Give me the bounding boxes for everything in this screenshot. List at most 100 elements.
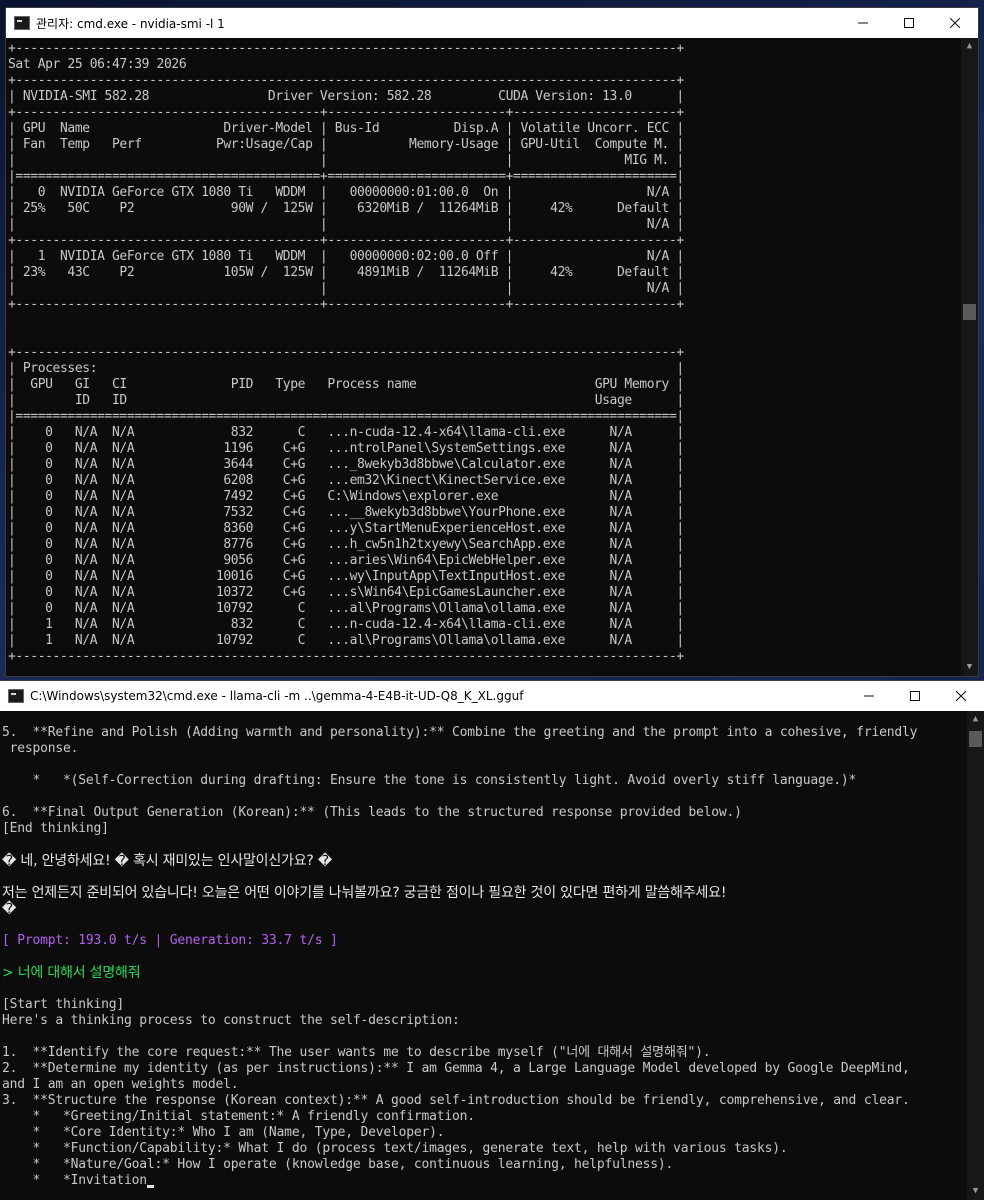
terminal-line: * *Greeting/Initial statement:* A friend… [0, 1109, 967, 1125]
terminal-line: +---------------------------------------… [8, 345, 684, 360]
terminal-line-text: * *Nature/Goal:* How I operate (knowledg… [2, 1157, 674, 1172]
terminal-line: | 0 N/A N/A 6208 C+G ...em32\Kinect\Kine… [8, 473, 684, 488]
terminal-line: | | | N/A | [8, 217, 684, 232]
terminal-output[interactable]: 5. **Refine and Polish (Adding warmth an… [0, 711, 967, 1200]
terminal-line: | ID ID Usage | [8, 393, 684, 408]
terminal-line: | 0 N/A N/A 8776 C+G ...h_cw5n1h2txyewy\… [8, 537, 684, 552]
scroll-down-icon[interactable]: ▼ [967, 1183, 984, 1200]
terminal-line: | | | N/A | [8, 281, 684, 296]
terminal-line-text: * *Greeting/Initial statement:* A friend… [2, 1109, 476, 1124]
terminal-line: | Processes: | [8, 361, 684, 376]
minimize-icon [864, 695, 874, 697]
title-bar[interactable]: C:\Windows\system32\cmd.exe - llama-cli … [0, 681, 984, 711]
maximize-icon [904, 18, 914, 28]
terminal-line-text: * *(Self-Correction during drafting: Ens… [2, 773, 857, 788]
window-title: C:\Windows\system32\cmd.exe - llama-cli … [30, 689, 524, 703]
terminal-line: | NVIDIA-SMI 582.28 Driver Version: 582.… [8, 89, 684, 104]
terminal-line: | 0 N/A N/A 7532 C+G ...__8wekyb3d8bbwe\… [8, 505, 684, 520]
minimize-button[interactable] [840, 8, 886, 38]
cmd-icon [8, 689, 24, 703]
text-cursor [146, 1185, 154, 1188]
terminal-line: | 1 N/A N/A 832 C ...n-cuda-12.4-x64\lla… [8, 617, 684, 632]
terminal-line: | | | MIG M. | [8, 153, 684, 168]
terminal-line-text: [ Prompt: 193.0 t/s | Generation: 33.7 t… [2, 933, 338, 948]
terminal-line-text: 2. **Determine my identity (as per instr… [2, 1061, 910, 1076]
terminal-output[interactable]: +---------------------------------------… [6, 38, 961, 676]
window-title: 관리자: cmd.exe - nvidia-smi -l 1 [36, 16, 225, 31]
terminal-line-text: � [2, 901, 17, 917]
close-button[interactable] [938, 681, 984, 711]
scrollbar[interactable]: ▲ ▼ [961, 38, 978, 676]
terminal-line-text: Here's a thinking process to construct t… [2, 1013, 460, 1028]
minimize-icon [858, 22, 868, 24]
terminal-line-text: * *Function/Capability:* What I do (proc… [2, 1141, 788, 1156]
scroll-up-icon[interactable]: ▲ [961, 38, 978, 55]
scroll-thumb[interactable] [963, 304, 976, 320]
terminal-line: | GPU Name Driver-Model | Bus-Id Disp.A … [8, 121, 684, 136]
terminal-line: | 0 N/A N/A 9056 C+G ...aries\Win64\Epic… [8, 553, 684, 568]
terminal-line: | 0 N/A N/A 832 C ...n-cuda-12.4-x64\lla… [8, 425, 684, 440]
terminal-line: 6. **Final Output Generation (Korean):**… [0, 805, 967, 821]
terminal-line: |=======================================… [8, 169, 684, 184]
terminal-line: | 0 N/A N/A 7492 C+G C:\Windows\explorer… [8, 489, 684, 504]
terminal-line: | 0 NVIDIA GeForce GTX 1080 Ti WDDM | 00… [8, 185, 684, 200]
terminal-line: 저는 언제든지 준비되어 있습니다! 오늘은 어떤 이야기를 나눠볼까요? 궁금… [0, 885, 967, 901]
terminal-line: | 23% 43C P2 105W / 125W | 4891MiB / 112… [8, 265, 684, 280]
terminal-line: | 0 N/A N/A 8360 C+G ...y\StartMenuExper… [8, 521, 684, 536]
terminal-line-text: 3. **Structure the response (Korean cont… [2, 1093, 910, 1108]
close-icon [956, 691, 966, 701]
terminal-line: | Fan Temp Perf Pwr:Usage/Cap | Memory-U… [8, 137, 684, 152]
terminal-line-text: [Start thinking] [2, 997, 125, 1012]
terminal-line: response. [0, 741, 967, 757]
terminal-line: | 1 NVIDIA GeForce GTX 1080 Ti WDDM | 00… [8, 249, 684, 264]
terminal-line: * *(Self-Correction during drafting: Ens… [0, 773, 967, 789]
minimize-button[interactable] [846, 681, 892, 711]
close-button[interactable] [932, 8, 978, 38]
terminal-line: � [0, 901, 967, 917]
terminal-line: | 25% 50C P2 90W / 125W | 6320MiB / 1126… [8, 201, 684, 216]
terminal-line: 5. **Refine and Polish (Adding warmth an… [0, 725, 967, 741]
terminal-line: | 0 N/A N/A 3644 C+G ..._8wekyb3d8bbwe\C… [8, 457, 684, 472]
terminal-line-text: > 너에 대해서 설명해줘 [2, 965, 141, 981]
terminal-line: * *Core Identity:* Who I am (Name, Type,… [0, 1125, 967, 1141]
terminal-line: 3. **Structure the response (Korean cont… [0, 1093, 967, 1109]
terminal-line: | 0 N/A N/A 10792 C ...al\Programs\Ollam… [8, 601, 684, 616]
terminal-line: [ Prompt: 193.0 t/s | Generation: 33.7 t… [0, 933, 967, 949]
terminal-line: +---------------------------------------… [8, 41, 684, 56]
scroll-down-icon[interactable]: ▼ [961, 659, 978, 676]
terminal-line: +---------------------------------------… [8, 73, 684, 88]
terminal-line: Here's a thinking process to construct t… [0, 1013, 967, 1029]
terminal-line: +---------------------------------------… [8, 649, 684, 664]
terminal-line-text: 1. **Identify the core request:** The us… [2, 1045, 711, 1060]
maximize-button[interactable] [886, 8, 932, 38]
scroll-up-icon[interactable]: ▲ [967, 711, 984, 728]
terminal-line: * *Invitation [0, 1173, 967, 1189]
terminal-line-text: 5. **Refine and Polish (Adding warmth an… [2, 725, 918, 740]
terminal-line: | 1 N/A N/A 10792 C ...al\Programs\Ollam… [8, 633, 684, 648]
terminal-line: * *Function/Capability:* What I do (proc… [0, 1141, 967, 1157]
maximize-icon [910, 691, 920, 701]
scrollbar[interactable]: ▲ ▼ [967, 711, 984, 1200]
terminal-line-text: 6. **Final Output Generation (Korean):**… [2, 805, 742, 820]
scroll-thumb[interactable] [969, 731, 982, 747]
close-icon [950, 18, 960, 28]
terminal-line: 2. **Determine my identity (as per instr… [0, 1061, 967, 1077]
terminal-line-text: [End thinking] [2, 821, 109, 836]
terminal-line: and I am an open weights model. [0, 1077, 967, 1093]
terminal-line: 1. **Identify the core request:** The us… [0, 1045, 967, 1061]
terminal-line-text: and I am an open weights model. [2, 1077, 239, 1092]
terminal-line: | 0 N/A N/A 1196 C+G ...ntrolPanel\Syste… [8, 441, 684, 456]
terminal-line: | 0 N/A N/A 10372 C+G ...s\Win64\EpicGam… [8, 585, 684, 600]
maximize-button[interactable] [892, 681, 938, 711]
terminal-line-text: * *Core Identity:* Who I am (Name, Type,… [2, 1125, 445, 1140]
terminal-line: � 네, 안녕하세요! � 혹시 재미있는 인사말이신가요? � [0, 853, 967, 869]
title-bar[interactable]: 관리자: cmd.exe - nvidia-smi -l 1 [6, 8, 978, 38]
